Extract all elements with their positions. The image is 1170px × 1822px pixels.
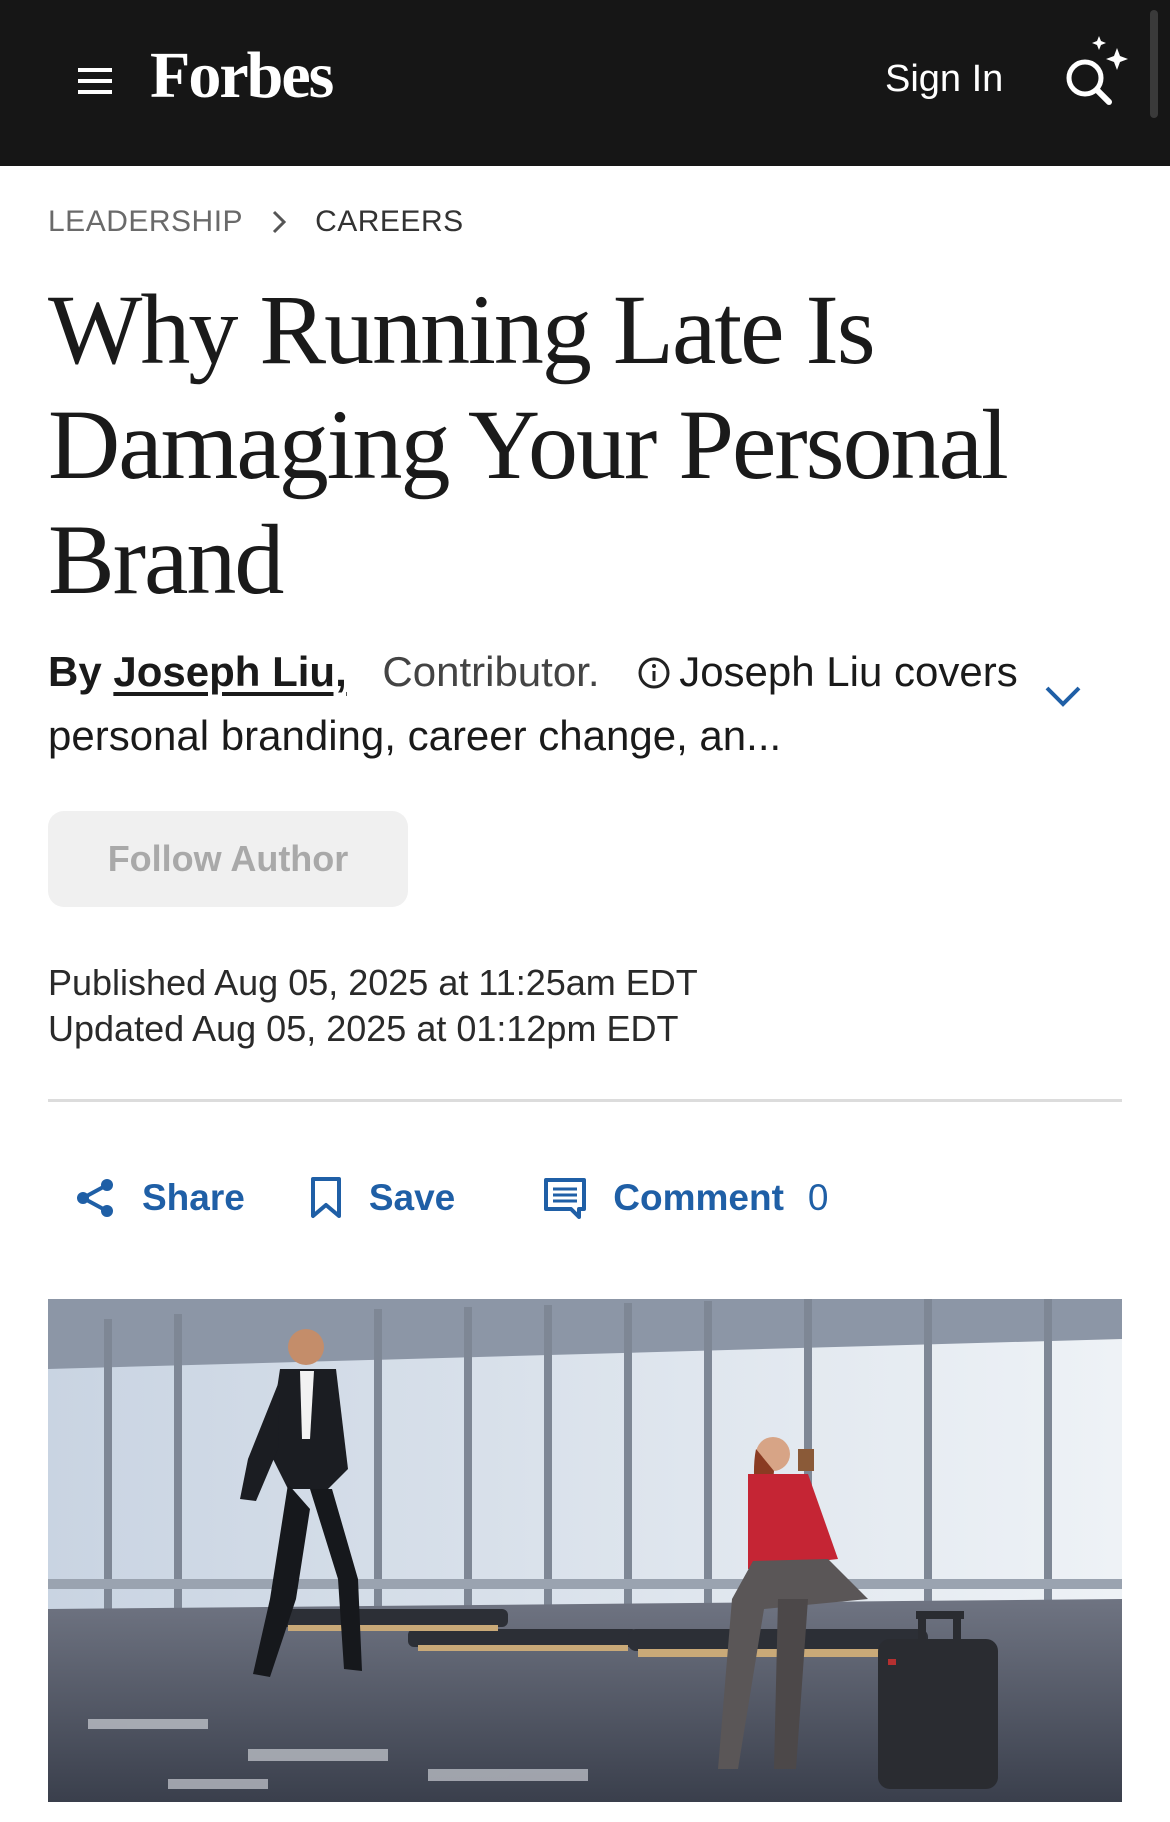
divider: [48, 1099, 1122, 1102]
forbes-logo[interactable]: Forbes: [150, 38, 334, 114]
save-label: Save: [368, 1177, 456, 1218]
save-button[interactable]: Save: [309, 1176, 455, 1220]
article-title: Why Running Late Is Damaging Your Person…: [48, 274, 1009, 615]
chevron-right-icon: [273, 210, 287, 234]
comment-icon: [544, 1178, 587, 1219]
search-sparkle-icon[interactable]: [1055, 34, 1135, 114]
hero-photo: [48, 1299, 1122, 1802]
breadcrumb-leadership[interactable]: LEADERSHIP: [48, 205, 243, 239]
author-byline: By Joseph Liu, Contributor. Joseph Liu c…: [48, 640, 1018, 768]
share-label: Share: [142, 1177, 245, 1218]
sign-in-link[interactable]: Sign In: [885, 58, 1003, 101]
breadcrumb: LEADERSHIP CAREERS: [48, 205, 464, 239]
article-hero-image[interactable]: [48, 1299, 1122, 1802]
follow-author-button[interactable]: Follow Author: [48, 811, 408, 907]
scrollbar[interactable]: [1150, 10, 1158, 118]
byline-prefix: By: [48, 648, 102, 695]
updated-date: Updated Aug 05, 2025 at 01:12pm EDT: [48, 1008, 679, 1049]
top-navigation-bar: Forbes Sign In: [0, 0, 1170, 166]
share-button[interactable]: Share: [74, 1177, 245, 1219]
published-date: Published Aug 05, 2025 at 11:25am EDT: [48, 962, 698, 1003]
bookmark-icon: [310, 1177, 341, 1218]
comment-button[interactable]: Comment 0: [543, 1177, 828, 1219]
contributor-label: Contributor.: [382, 648, 600, 695]
share-icon: [77, 1179, 113, 1217]
article-dates: Published Aug 05, 2025 at 11:25am EDT Up…: [48, 960, 698, 1052]
comment-count: 0: [807, 1177, 829, 1218]
comment-label: Comment: [613, 1177, 784, 1218]
chevron-down-icon[interactable]: [1043, 680, 1083, 710]
info-icon[interactable]: [637, 656, 671, 690]
author-link[interactable]: Joseph Liu,: [113, 648, 346, 695]
breadcrumb-careers[interactable]: CAREERS: [315, 205, 464, 239]
article-actions: Share Save Comment 0: [74, 1176, 828, 1220]
hamburger-menu-icon[interactable]: [78, 68, 112, 94]
